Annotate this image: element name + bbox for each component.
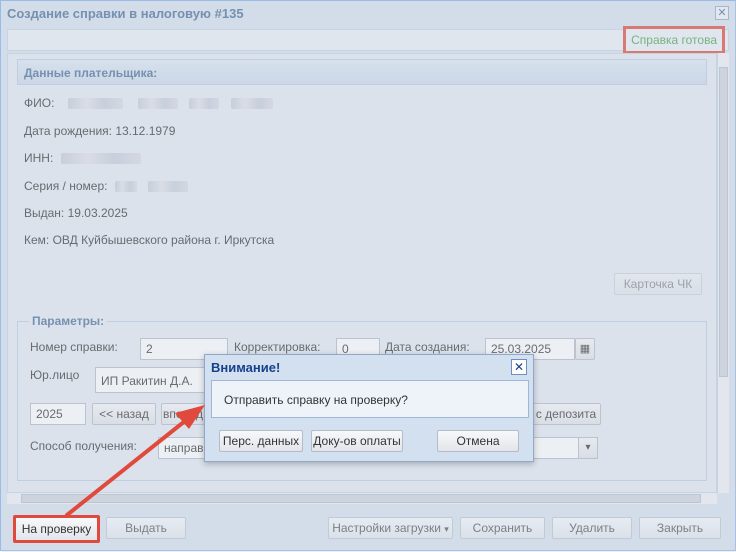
dialog-body: Отправить справку на проверку? [211,380,529,418]
upload-settings-label: Настройки загрузки [332,521,441,535]
footer-toolbar: На проверку Выдать Настройки загрузки ▾ … [1,509,735,550]
personal-data-button[interactable]: Перс. данных [219,430,303,452]
dialog-close-icon[interactable]: ✕ [511,359,527,375]
report-window: Создание справки в налоговую #135 ✕ Спра… [0,0,736,552]
close-button[interactable]: Закрыть [639,517,721,539]
confirm-dialog: Внимание! ✕ Отправить справку на проверк… [204,354,534,462]
dialog-title: Внимание! [211,360,281,375]
cancel-button[interactable]: Отмена [437,430,519,452]
send-to-check-button[interactable]: На проверку [13,515,100,543]
upload-settings-button[interactable]: Настройки загрузки ▾ [328,517,453,539]
modal-overlay [1,1,736,552]
payment-docs-button[interactable]: Доку-ов оплаты [311,430,403,452]
delete-button[interactable]: Удалить [552,517,632,539]
issue-button[interactable]: Выдать [106,517,186,539]
save-button[interactable]: Сохранить [460,517,545,539]
dropdown-arrow-icon: ▾ [444,524,449,534]
dialog-message: Отправить справку на проверку? [224,393,408,407]
